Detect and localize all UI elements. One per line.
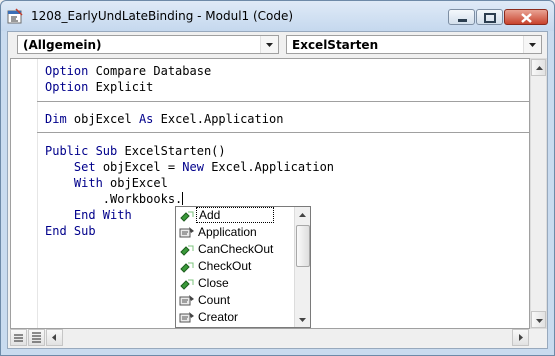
property-icon	[179, 227, 194, 238]
code-section-options: Option Compare Database Option Explicit	[45, 63, 211, 95]
object-dropdown-value: (Allgemein)	[23, 38, 102, 52]
list-item[interactable]: CheckOut	[176, 258, 294, 275]
code-line: Public Sub ExcelStarten()	[45, 144, 226, 158]
vba-module-icon	[7, 8, 23, 24]
procedure-view-button[interactable]	[10, 329, 27, 346]
code-line: Option Compare Database	[45, 64, 212, 78]
maximize-icon	[484, 13, 496, 23]
list-item[interactable]: Application	[176, 224, 294, 241]
method-icon	[180, 245, 194, 256]
method-icon	[180, 211, 194, 222]
chevron-down-icon[interactable]	[523, 36, 541, 53]
chevron-down-icon[interactable]	[260, 36, 278, 53]
bottom-bar	[10, 329, 530, 346]
property-icon	[179, 295, 194, 306]
full-module-view-icon	[32, 332, 41, 343]
chevron-up-icon	[536, 66, 543, 70]
minimize-icon	[458, 19, 467, 22]
maximize-button[interactable]	[476, 9, 503, 25]
list-item-label: Application	[198, 225, 257, 239]
horizontal-scroll-track[interactable]	[64, 329, 512, 346]
list-item-label: Close	[198, 276, 229, 290]
code-window: 1208_EarlyUndLateBinding - Modul1 (Code)…	[0, 0, 555, 356]
code-line: Dim objExcel As Excel.Application	[45, 112, 284, 126]
method-icon	[180, 262, 194, 273]
list-item[interactable]: Close	[176, 275, 294, 292]
scroll-down-button[interactable]	[531, 311, 546, 328]
code-line: Set objExcel = New Excel.Application	[73, 160, 335, 174]
code-line: End With	[73, 208, 132, 222]
list-item-label: Creator	[198, 310, 239, 324]
list-item[interactable]: Creator	[176, 309, 294, 326]
chevron-up-icon[interactable]	[295, 207, 311, 223]
scroll-up-button[interactable]	[531, 59, 546, 76]
close-button[interactable]	[504, 9, 548, 25]
chevron-down-icon[interactable]	[295, 311, 311, 327]
vertical-scrollbar[interactable]	[530, 58, 547, 329]
close-icon	[521, 13, 532, 23]
full-module-view-button[interactable]	[28, 329, 45, 346]
procedure-dropdown-value: ExcelStarten	[292, 38, 379, 52]
code-line: With objExcel	[73, 176, 168, 190]
autocomplete-list[interactable]: Add Application CanCheckOut CheckOut Clo…	[175, 206, 311, 328]
list-item[interactable]: CanCheckOut	[176, 241, 294, 258]
minimize-button[interactable]	[448, 9, 475, 25]
list-item[interactable]: Count	[176, 292, 294, 309]
code-line: .Workbooks.	[102, 192, 184, 206]
list-item[interactable]: Add	[176, 207, 294, 224]
list-item-label: CheckOut	[198, 259, 252, 273]
window-title: 1208_EarlyUndLateBinding - Modul1 (Code)	[31, 9, 294, 23]
code-section-declarations: Dim objExcel As Excel.Application	[45, 111, 283, 127]
chevron-down-icon	[536, 319, 543, 323]
title-bar[interactable]: 1208_EarlyUndLateBinding - Modul1 (Code)	[1, 1, 554, 31]
indicator-margin[interactable]	[11, 59, 38, 328]
list-item-label: Add	[196, 207, 274, 223]
chevron-left-icon	[52, 334, 56, 341]
property-icon	[179, 312, 194, 323]
method-icon	[180, 279, 194, 290]
scroll-thumb[interactable]	[296, 225, 310, 267]
procedure-separator	[37, 101, 529, 102]
chevron-right-icon	[519, 334, 523, 341]
procedure-view-icon	[14, 334, 23, 342]
code-line: End Sub	[45, 224, 96, 238]
list-item-label: Count	[198, 293, 231, 307]
procedure-dropdown[interactable]: ExcelStarten	[286, 35, 542, 54]
list-item-label: CanCheckOut	[198, 242, 274, 256]
autocomplete-scrollbar[interactable]	[294, 207, 311, 327]
scroll-right-button[interactable]	[512, 329, 529, 346]
scroll-left-button[interactable]	[46, 329, 63, 346]
code-line: Option Explicit	[45, 80, 154, 94]
object-dropdown[interactable]: (Allgemein)	[17, 35, 279, 54]
text-cursor	[182, 192, 184, 205]
procedure-separator	[37, 132, 529, 133]
